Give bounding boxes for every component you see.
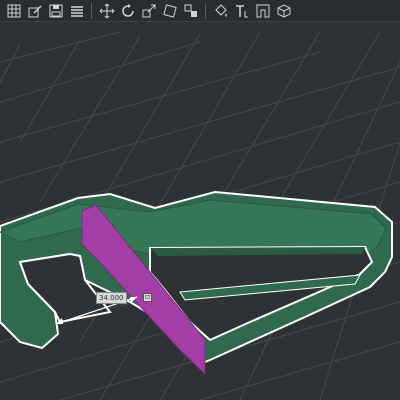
dimension-value-label[interactable]: 34.000	[96, 292, 127, 304]
lock-icon[interactable]: ⊡	[143, 293, 152, 302]
layers-icon[interactable]	[67, 1, 86, 20]
toolbar-divider	[91, 2, 92, 19]
toolbar-divider	[205, 2, 206, 19]
move-icon[interactable]	[97, 1, 116, 20]
frame-icon[interactable]	[253, 1, 272, 20]
scale-icon[interactable]	[139, 1, 158, 20]
box-icon[interactable]	[274, 1, 293, 20]
part-body[interactable]	[0, 190, 393, 376]
paint-bucket-icon[interactable]	[211, 1, 230, 20]
3d-viewport[interactable]	[0, 22, 400, 400]
align-icon[interactable]	[181, 1, 200, 20]
mirror-icon[interactable]	[160, 1, 179, 20]
sketch-icon[interactable]	[25, 1, 44, 20]
text-icon[interactable]	[232, 1, 251, 20]
toolbar	[0, 0, 400, 22]
grid-icon[interactable]	[4, 1, 23, 20]
rotate-icon[interactable]	[118, 1, 137, 20]
save-icon[interactable]	[46, 1, 65, 20]
